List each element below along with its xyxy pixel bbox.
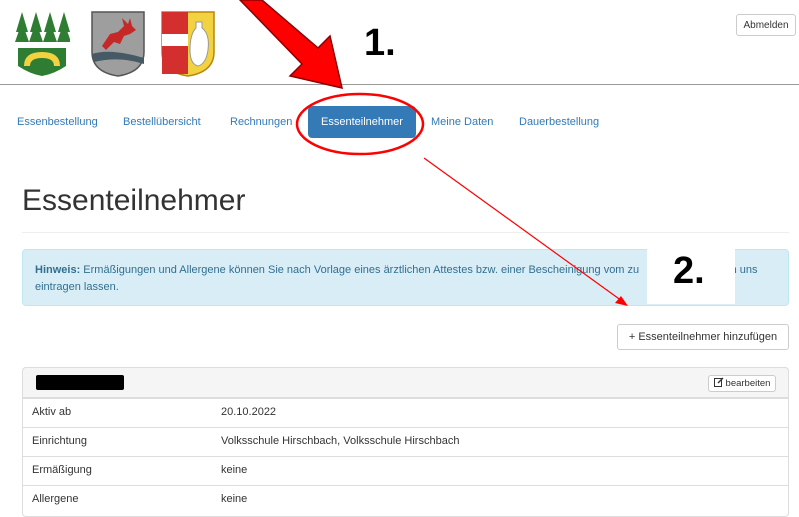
red-circle-highlight — [295, 92, 425, 156]
step-2-label: 2. — [673, 250, 705, 292]
big-red-arrow — [238, 0, 344, 90]
thin-red-arrow-line — [423, 157, 623, 302]
step-1-label: 1. — [364, 22, 396, 64]
